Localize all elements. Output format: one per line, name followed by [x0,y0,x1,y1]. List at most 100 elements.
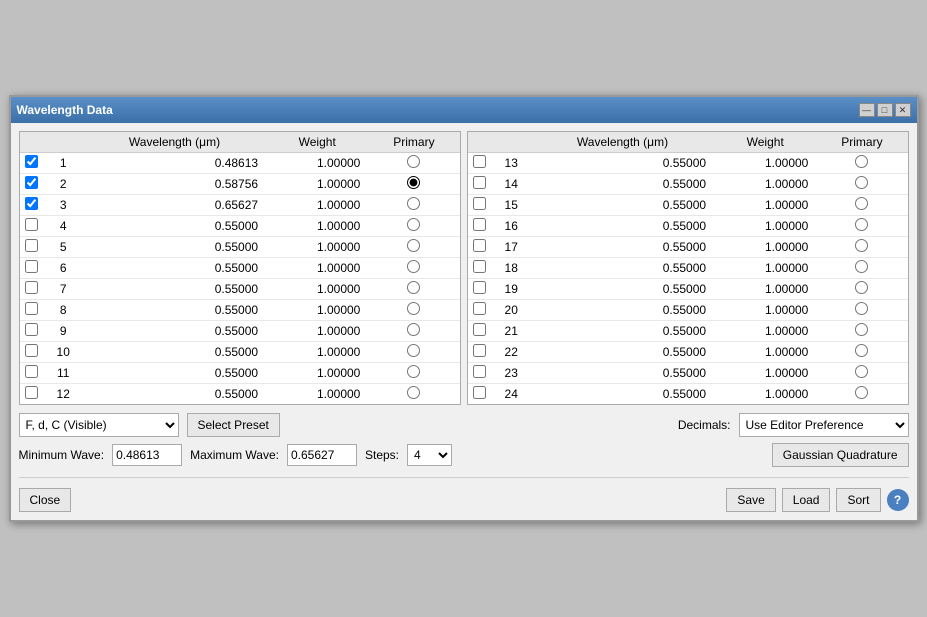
save-button[interactable]: Save [726,488,775,512]
right-row-primary-radio[interactable] [855,176,868,189]
left-row-checkbox-cell [20,300,44,321]
left-row-checkbox[interactable] [25,155,38,168]
left-row-checkbox-cell [20,342,44,363]
left-row-checkbox[interactable] [25,197,38,210]
help-button[interactable]: ? [887,489,909,511]
left-row-checkbox[interactable] [25,344,38,357]
left-row-primary-radio[interactable] [407,197,420,210]
left-row-primary-radio[interactable] [407,344,420,357]
preset-dropdown[interactable]: F, d, C (Visible) Custom [19,413,179,437]
restore-button[interactable]: □ [877,103,893,117]
right-row-primary-radio[interactable] [855,197,868,210]
left-row-primary-radio[interactable] [407,218,420,231]
right-row-checkbox[interactable] [473,323,486,336]
left-row-primary-cell [368,237,459,258]
right-row-primary-cell [816,363,907,384]
left-row-wavelength: 0.55000 [83,300,266,321]
left-row-checkbox[interactable] [25,386,38,399]
right-row-primary-radio[interactable] [855,302,868,315]
right-row-primary-cell [816,384,907,405]
left-row-wavelength: 0.65627 [83,195,266,216]
left-row-num: 1 [44,153,83,174]
left-table-row: 11 0.55000 1.00000 [20,363,460,384]
left-table-row: 6 0.55000 1.00000 [20,258,460,279]
right-row-checkbox[interactable] [473,260,486,273]
right-row-primary-radio[interactable] [855,344,868,357]
right-row-wavelength: 0.55000 [531,321,714,342]
select-preset-button[interactable]: Select Preset [187,413,280,437]
steps-dropdown[interactable]: 1234 5678 [407,444,452,466]
left-row-primary-radio[interactable] [407,155,420,168]
sort-button[interactable]: Sort [836,488,880,512]
left-row-num: 5 [44,237,83,258]
right-row-primary-cell [816,321,907,342]
right-row-primary-radio[interactable] [855,260,868,273]
left-col-check [20,132,44,153]
left-row-checkbox[interactable] [25,365,38,378]
left-row-num: 10 [44,342,83,363]
left-row-checkbox[interactable] [25,260,38,273]
minimize-button[interactable]: — [859,103,875,117]
left-row-primary-radio[interactable] [407,386,420,399]
right-row-primary-radio[interactable] [855,386,868,399]
left-row-primary-cell [368,258,459,279]
right-row-checkbox[interactable] [473,281,486,294]
left-row-primary-radio[interactable] [407,365,420,378]
window-title: Wavelength Data [17,103,113,117]
left-row-checkbox[interactable] [25,302,38,315]
max-wave-input[interactable] [287,444,357,466]
left-row-wavelength: 0.55000 [83,279,266,300]
right-row-primary-radio[interactable] [855,239,868,252]
right-row-checkbox-cell [468,363,492,384]
left-row-primary-radio[interactable] [407,239,420,252]
min-wave-input[interactable] [112,444,182,466]
right-row-primary-radio[interactable] [855,323,868,336]
right-row-num: 21 [492,321,531,342]
right-row-num: 18 [492,258,531,279]
left-row-primary-radio[interactable] [407,281,420,294]
left-table-row: 4 0.55000 1.00000 [20,216,460,237]
right-row-checkbox[interactable] [473,176,486,189]
left-row-weight: 1.00000 [266,195,368,216]
left-row-checkbox[interactable] [25,218,38,231]
left-row-checkbox[interactable] [25,281,38,294]
left-table-row: 2 0.58756 1.00000 [20,174,460,195]
right-row-checkbox[interactable] [473,386,486,399]
right-row-checkbox-cell [468,342,492,363]
right-row-checkbox[interactable] [473,155,486,168]
left-row-num: 8 [44,300,83,321]
left-row-checkbox[interactable] [25,176,38,189]
max-wave-label: Maximum Wave: [190,448,279,462]
right-row-checkbox[interactable] [473,218,486,231]
right-row-checkbox[interactable] [473,344,486,357]
left-row-weight: 1.00000 [266,279,368,300]
right-row-primary-radio[interactable] [855,155,868,168]
close-button[interactable]: ✕ [895,103,911,117]
left-row-primary-radio[interactable] [407,260,420,273]
left-row-checkbox[interactable] [25,239,38,252]
right-row-checkbox-cell [468,216,492,237]
left-row-checkbox[interactable] [25,323,38,336]
left-row-primary-radio[interactable] [407,323,420,336]
left-row-checkbox-cell [20,153,44,174]
right-row-primary-cell [816,174,907,195]
right-row-checkbox-cell [468,321,492,342]
right-row-primary-radio[interactable] [855,365,868,378]
right-row-checkbox[interactable] [473,197,486,210]
right-row-checkbox[interactable] [473,239,486,252]
gaussian-quadrature-button[interactable]: Gaussian Quadrature [772,443,909,467]
right-row-weight: 1.00000 [714,153,816,174]
decimals-dropdown[interactable]: Use Editor Preference 1 2 3 4 5 6 [739,413,909,437]
left-row-num: 9 [44,321,83,342]
left-row-num: 4 [44,216,83,237]
right-row-checkbox[interactable] [473,365,486,378]
right-row-checkbox[interactable] [473,302,486,315]
close-button[interactable]: Close [19,488,72,512]
load-button[interactable]: Load [782,488,831,512]
left-row-primary-radio[interactable] [407,176,420,189]
left-row-primary-radio[interactable] [407,302,420,315]
right-row-primary-radio[interactable] [855,281,868,294]
action-row: Close Save Load Sort ? [19,488,909,512]
left-row-checkbox-cell [20,321,44,342]
right-row-primary-radio[interactable] [855,218,868,231]
